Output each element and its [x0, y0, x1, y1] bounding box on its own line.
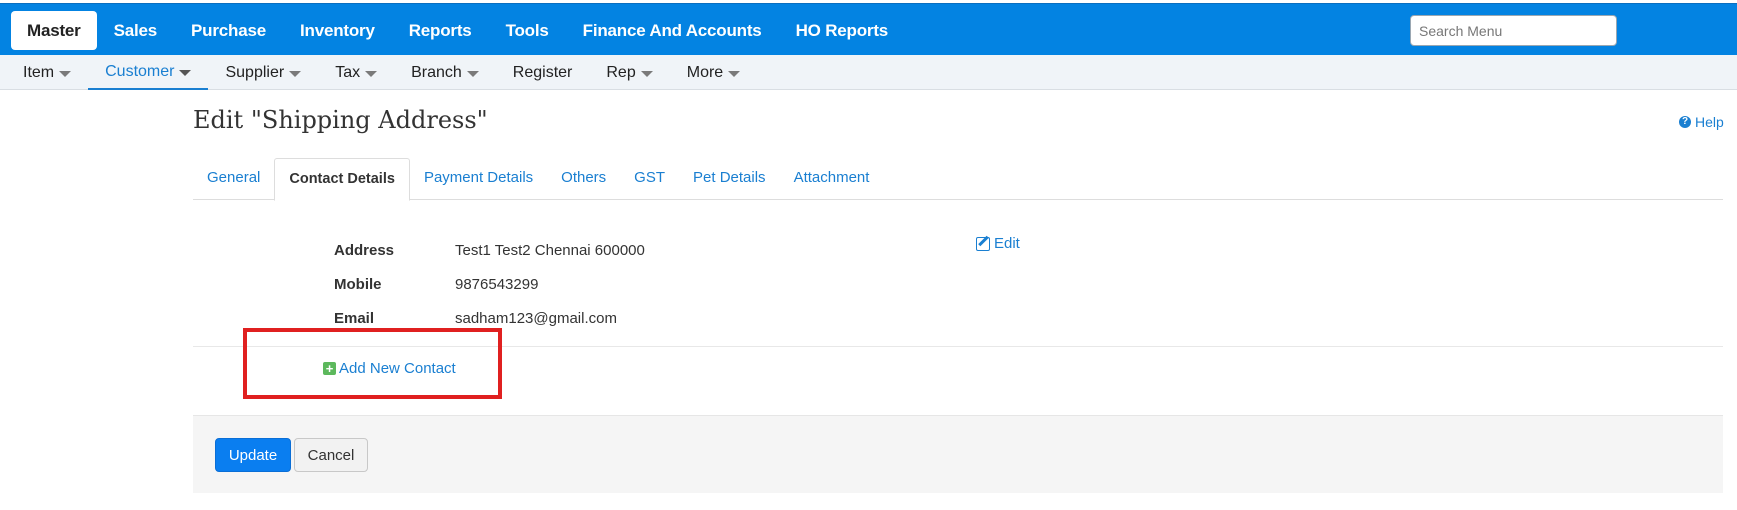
tab-payment-details[interactable]: Payment Details [410, 158, 547, 200]
address-value: Test1 Test2 Chennai 600000 [455, 241, 645, 259]
caret-down-icon [179, 69, 192, 76]
menu-tools[interactable]: Tools [489, 11, 566, 50]
caret-down-icon [59, 70, 72, 77]
tab-contact-details[interactable]: Contact Details [274, 158, 410, 201]
menu-sales[interactable]: Sales [97, 11, 174, 50]
email-value: sadham123@gmail.com [455, 309, 617, 327]
add-new-contact-label: Add New Contact [339, 360, 456, 377]
caret-down-icon [728, 70, 741, 77]
menu-reports[interactable]: Reports [392, 11, 489, 50]
submenu-tax[interactable]: Tax [318, 55, 394, 90]
edit-icon [976, 236, 990, 251]
caret-down-icon [640, 70, 653, 77]
submenu-more[interactable]: More [670, 55, 757, 90]
menu-ho-reports[interactable]: HO Reports [779, 11, 905, 50]
submenu-customer[interactable]: Customer [88, 55, 209, 90]
email-label: Email [334, 309, 375, 327]
tab-bar: General Contact Details Payment Details … [193, 158, 1723, 201]
mobile-value: 9876543299 [455, 275, 539, 293]
submenu-tax-label: Tax [335, 63, 361, 81]
menu-master[interactable]: Master [11, 11, 97, 50]
submenu-supplier[interactable]: Supplier [208, 55, 318, 90]
form-actions: Update Cancel [193, 415, 1723, 493]
caret-down-icon [365, 70, 378, 77]
edit-contact-link[interactable]: Edit [976, 235, 1020, 252]
caret-down-icon [466, 70, 479, 77]
submenu: Item Customer Supplier Tax Branch Regist… [6, 55, 757, 90]
contact-info: Address Test1 Test2 Chennai 600000 Mobil… [334, 233, 645, 335]
menu-inventory[interactable]: Inventory [283, 11, 392, 50]
search-menu-input[interactable] [1410, 15, 1617, 46]
tab-others[interactable]: Others [547, 158, 620, 200]
submenu-branch-label: Branch [411, 63, 462, 81]
submenu-customer-label: Customer [105, 62, 175, 80]
edit-label: Edit [994, 235, 1020, 252]
mobile-row: Mobile 9876543299 [334, 267, 645, 301]
sub-navigation-bar: Item Customer Supplier Tax Branch Regist… [0, 55, 1737, 90]
menu-finance-and-accounts[interactable]: Finance And Accounts [566, 11, 779, 50]
submenu-branch[interactable]: Branch [394, 55, 496, 90]
tab-gst[interactable]: GST [620, 158, 679, 200]
submenu-rep[interactable]: Rep [589, 55, 669, 90]
cancel-button[interactable]: Cancel [294, 438, 368, 472]
help-link[interactable]: ? Help [1679, 114, 1724, 130]
submenu-item[interactable]: Item [6, 55, 88, 90]
page-title: Edit "Shipping Address" [193, 106, 488, 134]
submenu-more-label: More [686, 63, 724, 81]
add-new-contact-link[interactable]: + Add New Contact [323, 360, 456, 377]
address-row: Address Test1 Test2 Chennai 600000 [334, 233, 645, 267]
main-menu: Master Sales Purchase Inventory Reports … [11, 11, 905, 50]
submenu-item-label: Item [23, 63, 55, 81]
caret-down-icon [289, 70, 302, 77]
submenu-register[interactable]: Register [496, 55, 590, 90]
submenu-supplier-label: Supplier [225, 63, 285, 81]
update-button[interactable]: Update [215, 438, 291, 472]
submenu-rep-label: Rep [606, 63, 636, 81]
tab-attachment[interactable]: Attachment [780, 158, 884, 200]
tab-general[interactable]: General [193, 158, 274, 200]
address-label: Address [334, 241, 395, 259]
mobile-label: Mobile [334, 275, 382, 293]
submenu-register-label: Register [512, 63, 573, 81]
tab-pet-details[interactable]: Pet Details [679, 158, 780, 200]
question-circle-icon: ? [1679, 116, 1691, 128]
plus-square-icon: + [323, 362, 336, 375]
menu-purchase[interactable]: Purchase [174, 11, 283, 50]
help-label: Help [1695, 114, 1724, 130]
top-navigation-bar: Master Sales Purchase Inventory Reports … [0, 3, 1737, 55]
